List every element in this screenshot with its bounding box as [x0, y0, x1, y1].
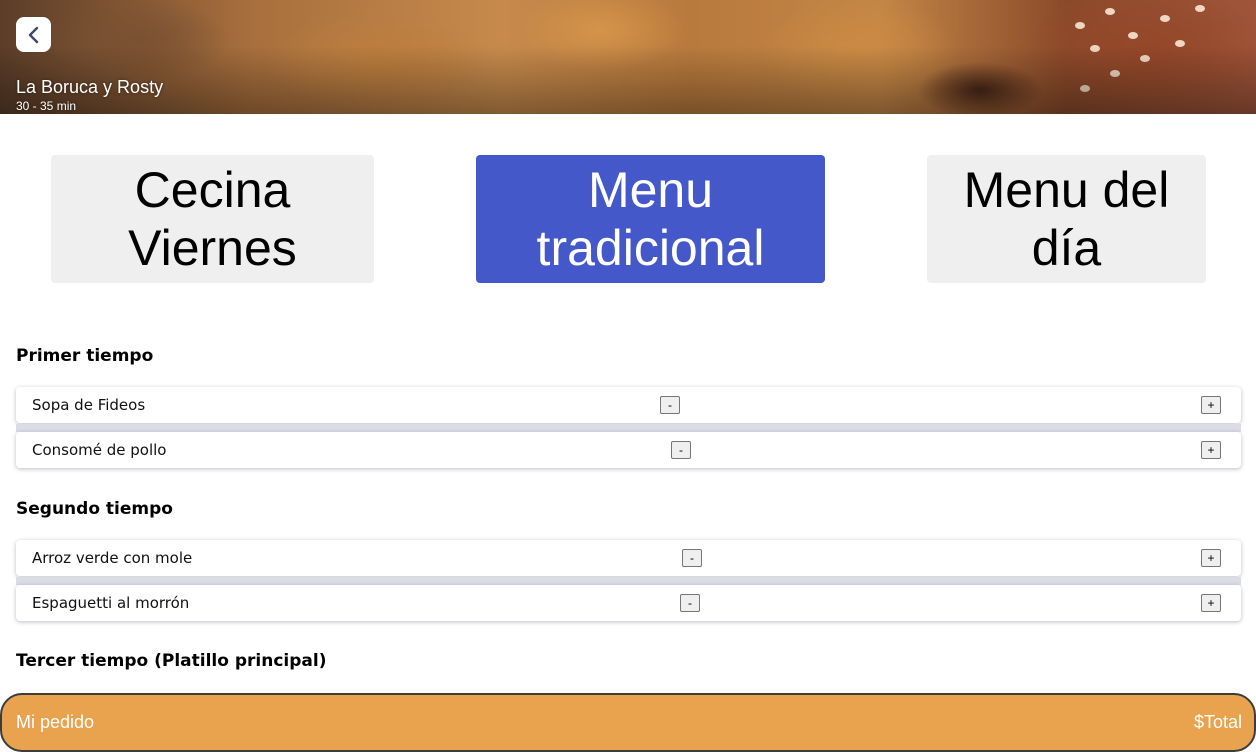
decrease-quantity-button[interactable]: - — [660, 396, 680, 414]
decrease-quantity-button[interactable]: - — [680, 594, 700, 612]
row-divider — [16, 577, 1241, 585]
increase-quantity-button[interactable]: + — [1201, 396, 1221, 414]
dish-name: Consomé de pollo — [32, 441, 167, 459]
delivery-time: 30 - 35 min — [16, 99, 77, 113]
hero-shade — [0, 0, 1256, 114]
decrease-quantity-button[interactable]: - — [671, 441, 691, 459]
tab-cecina-viernes[interactable]: Cecina Viernes — [51, 155, 374, 283]
row-divider — [16, 424, 1241, 432]
back-button[interactable] — [16, 17, 51, 52]
restaurant-hero-image — [0, 0, 1256, 114]
tab-menu-tradicional[interactable]: Menu tradicional — [476, 155, 825, 283]
section-title-primer-tiempo: Primer tiempo — [16, 346, 154, 366]
dish-name: Arroz verde con mole — [32, 549, 193, 567]
increase-quantity-button[interactable]: + — [1201, 549, 1221, 567]
increase-quantity-button[interactable]: + — [1201, 594, 1221, 612]
dish-name: Espaguetti al morrón — [32, 594, 190, 612]
decrease-quantity-button[interactable]: - — [682, 549, 702, 567]
dish-row: Espaguetti al morrón - + — [16, 585, 1241, 621]
order-bar-button[interactable]: Mi pedido $Total — [0, 693, 1256, 752]
order-total: $Total — [1193, 712, 1242, 732]
dish-row: Consomé de pollo - + — [16, 432, 1241, 468]
dish-row: Sopa de Fideos - + — [16, 387, 1241, 423]
restaurant-name: La Boruca y Rosty — [16, 77, 164, 97]
chevron-left-icon — [28, 26, 38, 43]
dish-row: Arroz verde con mole - + — [16, 540, 1241, 576]
dish-name: Sopa de Fideos — [32, 396, 146, 414]
order-label: Mi pedido — [16, 712, 95, 732]
tab-menu-del-dia[interactable]: Menu del día — [927, 155, 1206, 283]
section-title-segundo-tiempo: Segundo tiempo — [16, 499, 173, 519]
section-title-tercer-tiempo: Tercer tiempo (Platillo principal) — [16, 651, 327, 671]
increase-quantity-button[interactable]: + — [1201, 441, 1221, 459]
